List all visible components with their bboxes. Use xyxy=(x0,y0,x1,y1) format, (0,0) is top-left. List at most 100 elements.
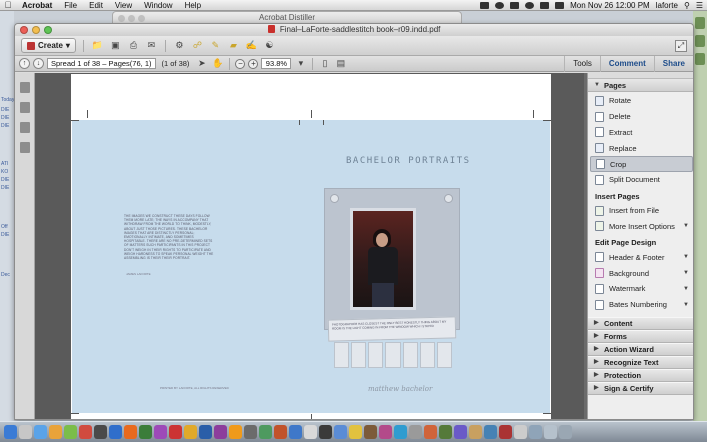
fit-width-icon[interactable]: ▤ xyxy=(334,58,347,70)
section-sign-certify[interactable]: ▶ Sign & Certify xyxy=(588,381,693,395)
zoom-field[interactable]: 93.8% xyxy=(261,58,292,69)
menu-app-name[interactable]: Acrobat xyxy=(16,1,58,10)
app-icon[interactable] xyxy=(154,425,167,439)
menu-clock[interactable]: Mon Nov 26 12:00 PM xyxy=(570,1,650,10)
document-view[interactable]: THE IMAGES WE CONSTRUCT THESE DAYS FOLLO… xyxy=(35,73,587,419)
acrobat-icon[interactable] xyxy=(169,425,182,439)
menu-view[interactable]: View xyxy=(109,1,138,10)
app-icon[interactable] xyxy=(334,425,347,439)
more-insert-options-button[interactable]: More Insert Options ▼ xyxy=(590,219,693,235)
app-icon[interactable] xyxy=(319,425,332,439)
extract-button[interactable]: Extract xyxy=(590,125,693,141)
dropbox-icon[interactable] xyxy=(480,1,490,9)
watermark-button[interactable]: Watermark ▼ xyxy=(590,281,693,297)
calendar-icon[interactable] xyxy=(79,425,92,439)
email-icon[interactable]: ✉ xyxy=(145,40,158,52)
tab-share[interactable]: Share xyxy=(653,55,693,72)
app-icon[interactable] xyxy=(439,425,452,439)
section-content[interactable]: ▶ Content xyxy=(588,316,693,330)
app-icon[interactable] xyxy=(454,425,467,439)
app-icon[interactable] xyxy=(484,425,497,439)
app-icon[interactable] xyxy=(139,425,152,439)
app-icon[interactable] xyxy=(529,425,542,439)
bates-numbering-button[interactable]: Bates Numbering ▼ xyxy=(590,297,693,313)
menu-help[interactable]: Help xyxy=(179,1,207,10)
battery-icon[interactable] xyxy=(555,1,565,9)
sticky-note-icon[interactable]: ▰ xyxy=(227,40,240,52)
tab-comment[interactable]: Comment xyxy=(599,55,654,72)
ical-icon[interactable] xyxy=(49,425,62,439)
create-button[interactable]: Create ▾ xyxy=(21,38,76,53)
trash-icon[interactable] xyxy=(559,425,572,439)
app-icon[interactable] xyxy=(364,425,377,439)
hand-tool-icon[interactable]: ✋ xyxy=(211,58,224,70)
rotate-button[interactable]: Rotate xyxy=(590,93,693,109)
zoom-out-button[interactable]: − xyxy=(235,58,246,69)
minimize-button[interactable] xyxy=(32,26,40,34)
volume-icon[interactable] xyxy=(540,1,550,9)
app-icon[interactable] xyxy=(394,425,407,439)
app-icon[interactable] xyxy=(259,425,272,439)
save-icon[interactable]: ▣ xyxy=(109,40,122,52)
app-icon[interactable] xyxy=(409,425,422,439)
fit-page-icon[interactable]: ▯ xyxy=(318,58,331,70)
mail-icon[interactable] xyxy=(34,425,47,439)
section-forms[interactable]: ▶ Forms xyxy=(588,329,693,343)
app-icon[interactable] xyxy=(499,425,512,439)
print-icon[interactable]: ⎙ xyxy=(127,40,140,52)
close-button[interactable] xyxy=(20,26,28,34)
replace-button[interactable]: Replace xyxy=(590,140,693,156)
review-icon[interactable]: ☯ xyxy=(263,40,276,52)
insert-from-file-button[interactable]: Insert from File xyxy=(590,203,693,219)
page-number-field[interactable]: Spread 1 of 38 – Pages(76, 1) xyxy=(47,58,156,69)
distiller-minimize-button[interactable] xyxy=(128,15,135,22)
dashboard-icon[interactable] xyxy=(19,425,32,439)
messages-icon[interactable] xyxy=(64,425,77,439)
app-icon[interactable] xyxy=(244,425,257,439)
bookmarks-icon[interactable] xyxy=(19,102,30,113)
settings-gear-icon[interactable]: ⚙ xyxy=(173,40,186,52)
app-icon[interactable] xyxy=(379,425,392,439)
zoom-in-button[interactable]: + xyxy=(248,58,259,69)
crop-button[interactable]: Crop xyxy=(590,156,693,172)
bluetooth-icon[interactable] xyxy=(510,1,520,9)
app-icon[interactable] xyxy=(349,425,362,439)
page-thumbnails-icon[interactable] xyxy=(19,82,30,93)
header-footer-button[interactable]: Header & Footer ▼ xyxy=(590,249,693,265)
photoshop-icon[interactable] xyxy=(199,425,212,439)
time-machine-icon[interactable] xyxy=(495,1,505,9)
wifi-icon[interactable] xyxy=(525,1,535,9)
signatures-icon[interactable] xyxy=(19,142,30,153)
section-recognize-text[interactable]: ▶ Recognize Text xyxy=(588,355,693,369)
indesign-icon[interactable] xyxy=(214,425,227,439)
section-protection[interactable]: ▶ Protection xyxy=(588,368,693,382)
distiller-close-button[interactable] xyxy=(118,15,125,22)
illustrator-icon[interactable] xyxy=(229,425,242,439)
list-icon[interactable]: ☰ xyxy=(696,1,703,10)
zoom-dropdown-icon[interactable]: ▾ xyxy=(294,58,307,70)
app-icon[interactable] xyxy=(304,425,317,439)
next-page-button[interactable]: ↓ xyxy=(33,58,44,69)
sign-icon[interactable]: ✍ xyxy=(245,40,258,52)
previous-page-button[interactable]: ↑ xyxy=(19,58,30,69)
attachments-icon[interactable] xyxy=(19,122,30,133)
app-icon[interactable] xyxy=(424,425,437,439)
highlight-icon[interactable]: ✎ xyxy=(209,40,222,52)
open-folder-icon[interactable]: 📁 xyxy=(91,40,104,52)
background-button[interactable]: Background ▼ xyxy=(590,265,693,281)
fullscreen-expand-icon[interactable]: ⤢ xyxy=(675,39,687,52)
app-icon[interactable] xyxy=(274,425,287,439)
zoom-button[interactable] xyxy=(44,26,52,34)
menu-user[interactable]: laforte xyxy=(656,1,678,10)
terminal-icon[interactable] xyxy=(94,425,107,439)
split-document-button[interactable]: Split Document xyxy=(590,172,693,188)
section-action-wizard[interactable]: ▶ Action Wizard xyxy=(588,342,693,356)
app-icon[interactable] xyxy=(289,425,302,439)
select-cursor-icon[interactable]: ➤ xyxy=(195,58,208,70)
menu-window[interactable]: Window xyxy=(138,1,178,10)
app-icon[interactable] xyxy=(184,425,197,439)
delete-button[interactable]: Delete xyxy=(590,109,693,125)
firefox-icon[interactable] xyxy=(124,425,137,439)
menu-edit[interactable]: Edit xyxy=(83,1,109,10)
distiller-zoom-button[interactable] xyxy=(138,15,145,22)
